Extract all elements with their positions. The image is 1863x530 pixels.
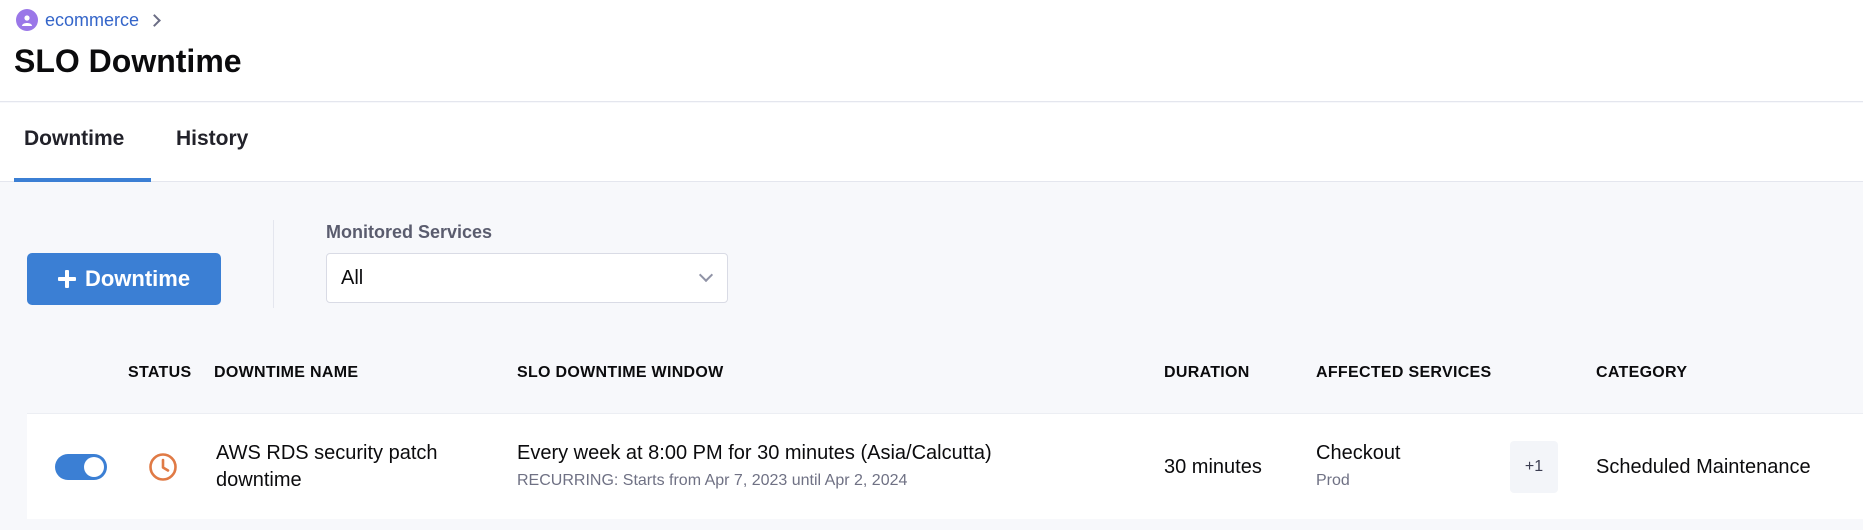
- tab-history[interactable]: History: [176, 127, 248, 151]
- chevron-down-icon: [698, 267, 714, 283]
- column-header-duration: DURATION: [1164, 364, 1250, 381]
- monitored-services-value: All: [341, 266, 364, 289]
- add-downtime-button-label: Downtime: [84, 266, 191, 291]
- downtime-name-line1: AWS RDS security patch: [216, 442, 438, 464]
- column-header-downtime-name: DOWNTIME NAME: [214, 364, 359, 381]
- affected-service-name: Checkout: [1316, 442, 1401, 464]
- column-header-downtime-window: SLO DOWNTIME WINDOW: [517, 364, 724, 381]
- column-header-affected-services: AFFECTED SERVICES: [1316, 364, 1492, 381]
- tab-bar: Downtime History: [0, 103, 1863, 182]
- column-header-category: CATEGORY: [1596, 364, 1688, 381]
- plus-icon: [57, 270, 76, 288]
- downtime-window: Every week at 8:00 PM for 30 minutes (As…: [517, 442, 992, 464]
- toggle-knob: [84, 457, 104, 477]
- affected-service-environment: Prod: [1316, 472, 1350, 489]
- page-header: ecommerce SLO Downtime: [0, 0, 1863, 102]
- downtime-window-detail: RECURRING: Starts from Apr 7, 2023 until…: [517, 472, 908, 489]
- breadcrumb: ecommerce: [16, 8, 161, 32]
- project-icon: [16, 9, 38, 31]
- add-downtime-button[interactable]: Downtime: [27, 253, 221, 305]
- column-header-status: STATUS: [128, 364, 192, 381]
- downtime-name-line2: downtime: [216, 469, 302, 491]
- downtime-enabled-toggle[interactable]: [55, 454, 107, 480]
- toolbar-divider: [273, 220, 274, 308]
- monitored-services-label: Monitored Services: [326, 222, 493, 242]
- downtime-category: Scheduled Maintenance: [1596, 456, 1811, 478]
- chevron-right-icon: [148, 13, 161, 27]
- breadcrumb-project-link[interactable]: ecommerce: [45, 10, 139, 31]
- more-services-badge[interactable]: +1: [1510, 441, 1558, 493]
- downtime-duration: 30 minutes: [1164, 456, 1262, 478]
- active-tab-indicator: [14, 178, 151, 182]
- clock-icon: [149, 453, 177, 481]
- tab-downtime[interactable]: Downtime: [24, 127, 124, 151]
- monitored-services-select[interactable]: All: [326, 253, 728, 303]
- page-title: SLO Downtime: [14, 43, 242, 79]
- table-row[interactable]: AWS RDS security patch downtime Every we…: [27, 413, 1863, 519]
